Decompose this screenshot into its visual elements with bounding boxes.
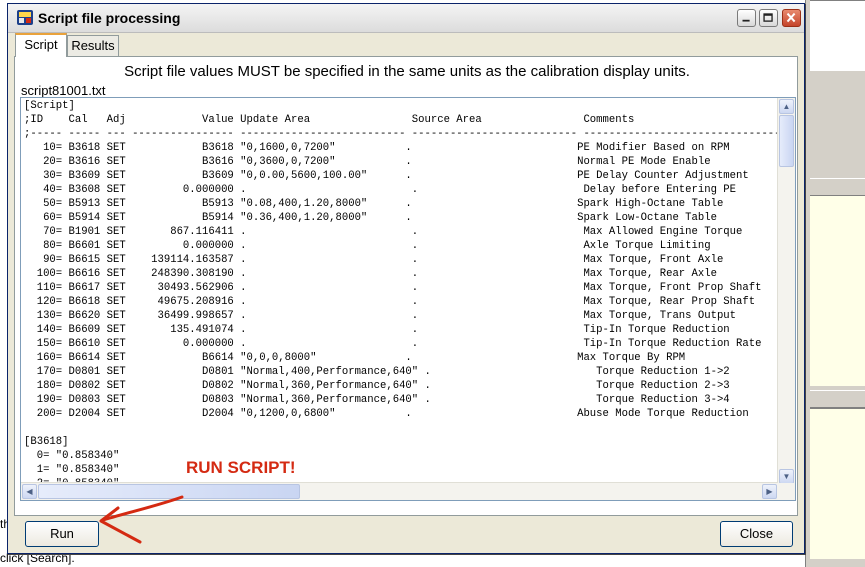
- script-line: 150= B6610 SET 0.000000 . . Tip-In Torqu…: [24, 338, 762, 350]
- script-line: 10= B3618 SET B3618 "0,1600,0,7200" . PE…: [24, 142, 730, 154]
- script-line: 140= B6609 SET 135.491074 . . Tip-In Tor…: [24, 324, 730, 336]
- script-dialog: Script file processing Script Results Sc…: [7, 3, 805, 554]
- script-line: 180= D0802 SET D0802 "Normal,360,Perform…: [24, 380, 730, 392]
- script-line: ;ID Cal Adj Value Update Area Source Are…: [24, 114, 635, 126]
- tab-script[interactable]: Script: [15, 33, 67, 57]
- script-line: 50= B5913 SET B5913 "0.08,400,1.20,8000"…: [24, 198, 724, 210]
- minimize-icon: [742, 19, 750, 22]
- maximize-icon: [763, 13, 773, 22]
- script-line: 190= D0803 SET D0803 "Normal,360,Perform…: [24, 394, 730, 406]
- background-right-panel: [805, 0, 865, 567]
- script-line: 130= B6620 SET 36499.998657 . . Max Torq…: [24, 310, 737, 322]
- close-button[interactable]: Close: [720, 521, 793, 547]
- background-pane-low: [810, 408, 865, 559]
- close-icon: [786, 12, 796, 23]
- window-close-button[interactable]: [782, 9, 801, 27]
- script-line: 110= B6617 SET 30493.562906 . . Max Torq…: [24, 282, 762, 294]
- script-line: 20= B3616 SET B3616 "0,3600,0,7200" . No…: [24, 156, 711, 168]
- script-content[interactable]: [Script] ;ID Cal Adj Value Update Area So…: [24, 99, 778, 483]
- background-pane-mid: [810, 195, 865, 386]
- script-text-area[interactable]: [Script] ;ID Cal Adj Value Update Area So…: [20, 97, 796, 501]
- script-line: 90= B6615 SET 139114.163587 . . Max Torq…: [24, 254, 724, 266]
- scroll-right-button[interactable]: ▶: [762, 484, 777, 499]
- app-icon: [17, 10, 33, 25]
- run-button[interactable]: Run: [25, 521, 99, 547]
- script-line: 60= B5914 SET B5914 "0.36,400,1.20,8000"…: [24, 212, 717, 224]
- maximize-button[interactable]: [759, 9, 778, 27]
- script-file-name: script81001.txt: [21, 83, 106, 98]
- script-line: ;----- ----- --- ---------------- ------…: [24, 128, 778, 140]
- script-line: 70= B1901 SET 867.116411 . . Max Allowed…: [24, 226, 743, 238]
- title-bar[interactable]: Script file processing: [8, 4, 804, 33]
- script-line: 80= B6601 SET 0.000000 . . Axle Torque L…: [24, 240, 711, 252]
- run-script-annotation: RUN SCRIPT!: [186, 458, 296, 477]
- script-line: [Script]: [24, 100, 75, 112]
- scroll-left-button[interactable]: ◀: [22, 484, 37, 499]
- scroll-corner: [778, 483, 795, 500]
- scroll-up-button[interactable]: ▲: [779, 99, 794, 114]
- background-pane-top: [810, 0, 865, 71]
- vertical-scroll-thumb[interactable]: [779, 115, 794, 167]
- minimize-button[interactable]: [737, 9, 756, 27]
- script-line: 160= B6614 SET B6614 "0,0,0,8000" . Max …: [24, 352, 686, 364]
- script-line: 200= D2004 SET D2004 "0,1200,0,6800" . A…: [24, 408, 749, 420]
- script-tab-panel: Script file values MUST be specified in …: [14, 56, 798, 516]
- script-line: 0= "0.858340": [24, 450, 120, 462]
- tab-results[interactable]: Results: [67, 35, 119, 56]
- script-line: 1= "0.858340": [24, 464, 120, 476]
- background-pane-header: [810, 178, 865, 196]
- script-line: 30= B3609 SET B3609 "0,0.00,5600,100.00"…: [24, 170, 749, 182]
- horizontal-scrollbar[interactable]: ◀ ▶: [21, 482, 778, 500]
- background-pane-header: [810, 390, 865, 408]
- script-line: 40= B3608 SET 0.000000 . . Delay before …: [24, 184, 737, 196]
- script-line: 120= B6618 SET 49675.208916 . . Max Torq…: [24, 296, 756, 308]
- script-line: [B3618]: [24, 436, 69, 448]
- scroll-down-button[interactable]: ▼: [779, 469, 794, 484]
- vertical-scrollbar[interactable]: ▲ ▼: [777, 98, 795, 485]
- horizontal-scroll-thumb[interactable]: [38, 484, 300, 499]
- script-line: [24, 421, 778, 435]
- script-line: 170= D0801 SET D0801 "Normal,400,Perform…: [24, 366, 730, 378]
- window-title: Script file processing: [38, 10, 181, 26]
- script-line: 100= B6616 SET 248390.308190 . . Max Tor…: [24, 268, 717, 280]
- units-notice: Script file values MUST be specified in …: [124, 63, 690, 80]
